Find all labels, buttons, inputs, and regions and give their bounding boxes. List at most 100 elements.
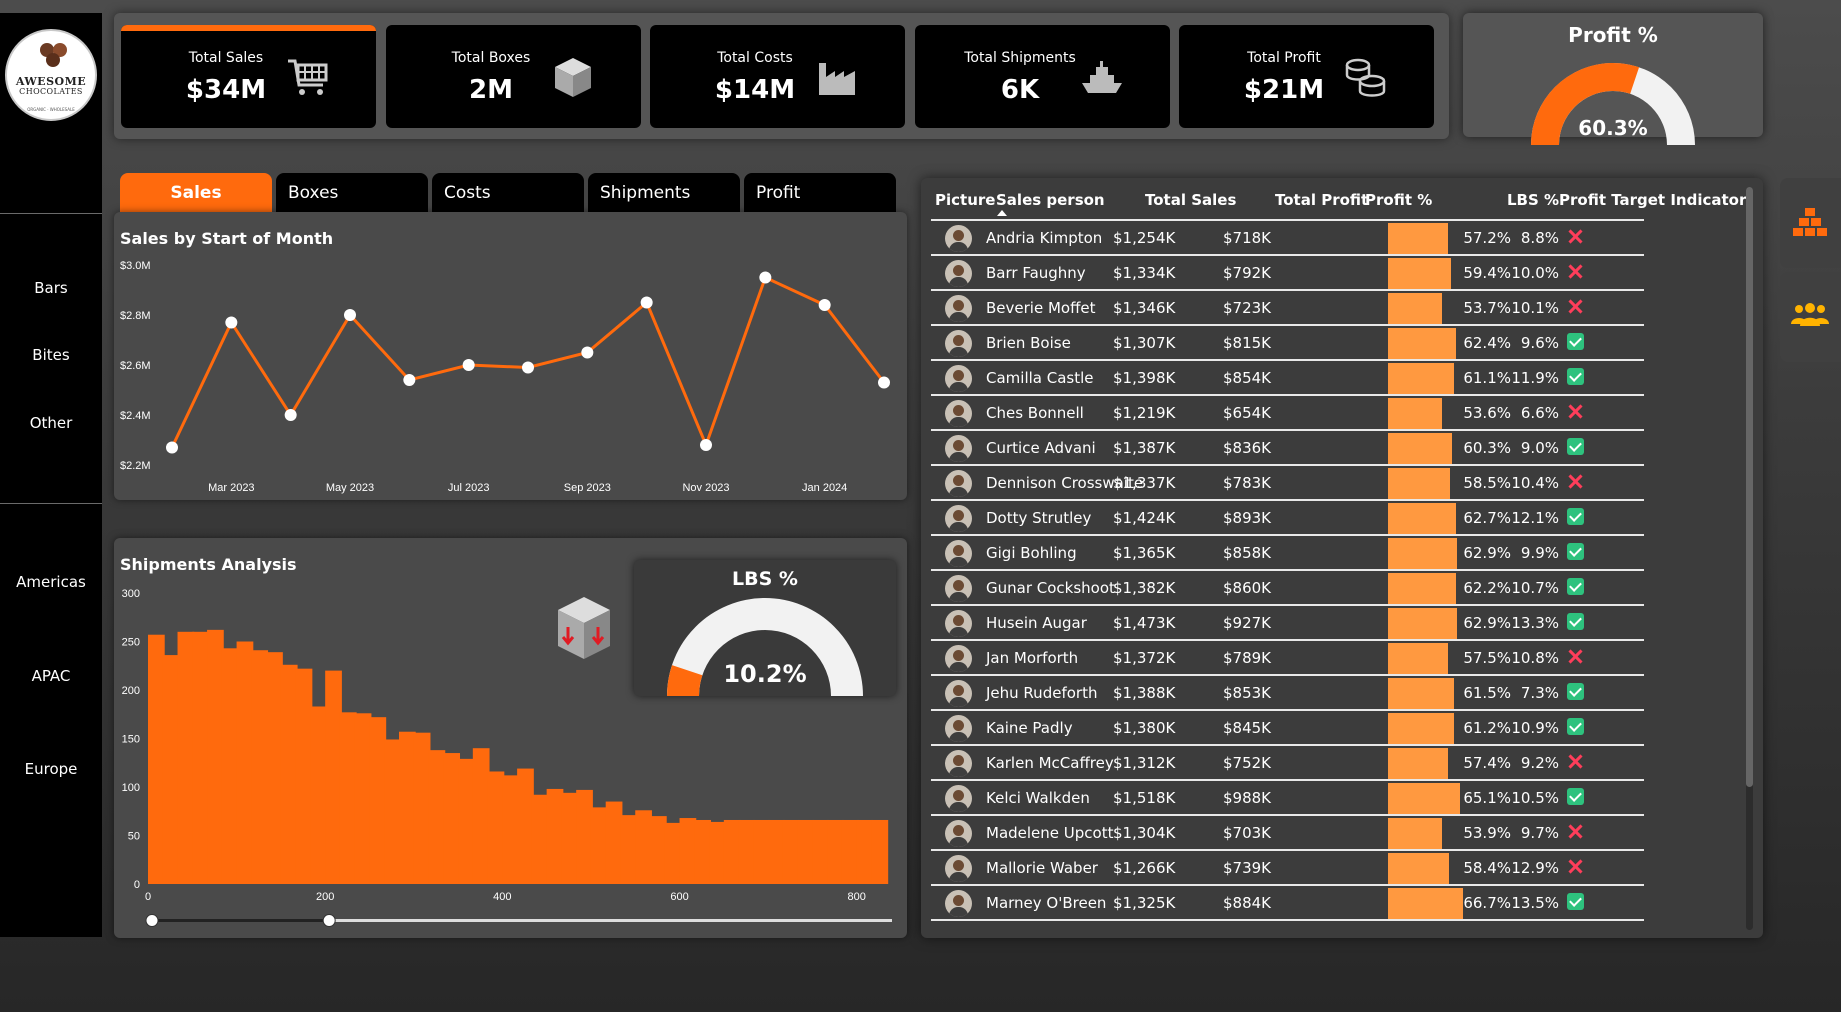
histogram-bar[interactable] xyxy=(354,713,372,884)
histogram-bar[interactable] xyxy=(694,819,712,884)
histogram-bar[interactable] xyxy=(251,650,269,884)
table-row[interactable]: Brien Boise $1,307K $815K 62.4% 9.6% xyxy=(931,326,1644,361)
sidebar-item-europe[interactable]: Europe xyxy=(0,760,102,778)
sidebar-item-other[interactable]: Other xyxy=(0,414,102,432)
tab-boxes[interactable]: Boxes xyxy=(276,173,428,213)
table-row[interactable]: Karlen McCaffrey $1,312K $752K 57.4% 9.2% xyxy=(931,746,1644,781)
column-header-profit-target-indicator[interactable]: Profit Target Indicator xyxy=(1559,191,1746,209)
histogram-bar[interactable] xyxy=(635,810,652,884)
table-scroll-thumb[interactable] xyxy=(1746,187,1753,787)
histogram-bar[interactable] xyxy=(369,717,387,884)
histogram-bar[interactable] xyxy=(266,652,283,884)
table-row[interactable]: Andria Kimpton $1,254K $718K 57.2% 8.8% xyxy=(931,221,1644,256)
histogram-bar[interactable] xyxy=(325,670,342,884)
histogram-bar[interactable] xyxy=(413,732,431,884)
histogram-bar[interactable] xyxy=(162,655,180,884)
table-row[interactable]: Camilla Castle $1,398K $854K 61.1% 11.9% xyxy=(931,361,1644,396)
data-point[interactable] xyxy=(759,271,772,284)
data-point[interactable] xyxy=(878,376,890,389)
sidebar-item-apac[interactable]: APAC xyxy=(0,667,102,685)
sidebar-item-americas[interactable]: Americas xyxy=(0,573,102,591)
histogram-bar[interactable] xyxy=(797,819,815,884)
histogram-bar[interactable] xyxy=(177,631,195,884)
histogram-bar[interactable] xyxy=(310,706,328,884)
tab-sales[interactable]: Sales xyxy=(120,173,272,213)
histogram-bar[interactable] xyxy=(620,815,638,884)
people-group-button[interactable] xyxy=(1780,272,1841,362)
table-row[interactable]: Gunar Cockshoot $1,382K $860K 62.2% 10.7% xyxy=(931,571,1644,606)
histogram-bar[interactable] xyxy=(753,819,771,884)
histogram-bar[interactable] xyxy=(679,818,697,884)
kpi-card-total-sales[interactable]: Total Sales $34M xyxy=(121,25,376,128)
histogram-bar[interactable] xyxy=(236,641,254,885)
histogram-bar[interactable] xyxy=(827,819,844,884)
histogram-bar[interactable] xyxy=(517,768,534,884)
histogram-bar[interactable] xyxy=(576,789,593,884)
table-row[interactable]: Barr Faughny $1,334K $792K 59.4% 10.0% xyxy=(931,256,1644,291)
tab-profit[interactable]: Profit xyxy=(744,173,896,213)
column-header-total-sales[interactable]: Total Sales xyxy=(1145,191,1236,209)
table-row[interactable]: Marney O'Breen $1,325K $884K 66.7% 13.5% xyxy=(931,886,1644,921)
histogram-bar[interactable] xyxy=(782,819,800,884)
histogram-bar[interactable] xyxy=(458,758,475,884)
histogram-bar[interactable] xyxy=(428,750,446,884)
data-point[interactable] xyxy=(284,409,297,421)
column-header-sales-person[interactable]: Sales person xyxy=(996,191,1105,209)
histogram-bar[interactable] xyxy=(812,819,830,884)
histogram-bar[interactable] xyxy=(280,664,298,884)
data-point[interactable] xyxy=(403,374,416,386)
sidebar-item-bites[interactable]: Bites xyxy=(0,346,102,364)
data-point[interactable] xyxy=(818,299,831,311)
data-point[interactable] xyxy=(581,346,594,359)
histogram-bar[interactable] xyxy=(502,775,520,884)
table-row[interactable]: Kaine Padly $1,380K $845K 61.2% 10.9% xyxy=(931,711,1644,746)
table-row[interactable]: Kelci Walkden $1,518K $988K 65.1% 10.5% xyxy=(931,781,1644,816)
histogram-bar[interactable] xyxy=(192,631,210,884)
tab-costs[interactable]: Costs xyxy=(432,173,584,213)
histogram-bar[interactable] xyxy=(399,731,416,884)
table-row[interactable]: Madelene Upcott $1,304K $703K 53.9% 9.7% xyxy=(931,816,1644,851)
column-header-picture[interactable]: Picture xyxy=(935,191,995,209)
kpi-card-total-shipments[interactable]: Total Shipments 6K xyxy=(915,25,1170,128)
data-point[interactable] xyxy=(225,316,238,329)
kpi-card-total-costs[interactable]: Total Costs $14M xyxy=(650,25,905,128)
table-row[interactable]: Jan Morforth $1,372K $789K 57.5% 10.8% xyxy=(931,641,1644,676)
histogram-bar[interactable] xyxy=(590,807,608,884)
histogram-bar[interactable] xyxy=(871,819,889,884)
histogram-bar[interactable] xyxy=(723,819,741,884)
table-row[interactable]: Mallorie Waber $1,266K $739K 58.4% 12.9% xyxy=(931,851,1644,886)
histogram-bar[interactable] xyxy=(207,629,224,884)
histogram-bar[interactable] xyxy=(856,819,874,884)
histogram-bar[interactable] xyxy=(650,816,667,884)
table-row[interactable]: Gigi Bohling $1,365K $858K 62.9% 9.9% xyxy=(931,536,1644,571)
data-point[interactable] xyxy=(700,439,712,451)
table-row[interactable]: Dotty Strutley $1,424K $893K 62.7% 12.1% xyxy=(931,501,1644,536)
range-slider-min-handle[interactable] xyxy=(145,914,159,927)
table-row[interactable]: Beverie Moffet $1,346K $723K 53.7% 10.1% xyxy=(931,291,1644,326)
histogram-bar[interactable] xyxy=(487,771,505,884)
table-row[interactable]: Husein Augar $1,473K $927K 62.9% 13.3% xyxy=(931,606,1644,641)
histogram-bar[interactable] xyxy=(709,821,726,884)
data-point[interactable] xyxy=(462,359,475,371)
tab-shipments[interactable]: Shipments xyxy=(588,173,740,213)
histogram-bar[interactable] xyxy=(605,801,623,884)
data-point[interactable] xyxy=(522,361,534,374)
histogram-bar[interactable] xyxy=(339,712,357,884)
histogram-bar[interactable] xyxy=(561,792,579,884)
data-point[interactable] xyxy=(166,441,178,454)
histogram-bar[interactable] xyxy=(841,819,859,884)
stacked-bars-button[interactable] xyxy=(1780,178,1841,268)
histogram-bar[interactable] xyxy=(768,819,785,884)
kpi-card-total-profit[interactable]: Total Profit $21M xyxy=(1179,25,1434,128)
kpi-card-total-boxes[interactable]: Total Boxes 2M xyxy=(386,25,641,128)
histogram-bar[interactable] xyxy=(664,822,682,884)
histogram-bar[interactable] xyxy=(546,788,564,884)
column-header-lbs-pct[interactable]: LBS % xyxy=(1507,191,1559,209)
histogram-bar[interactable] xyxy=(472,748,490,884)
histogram-bar[interactable] xyxy=(531,794,549,884)
table-row[interactable]: Jehu Rudeforth $1,388K $853K 61.5% 7.3% xyxy=(931,676,1644,711)
column-header-profit-pct[interactable]: Profit % xyxy=(1365,191,1432,209)
histogram-bar[interactable] xyxy=(738,819,756,884)
table-row[interactable]: Curtice Advani $1,387K $836K 60.3% 9.0% xyxy=(931,431,1644,466)
histogram-bar[interactable] xyxy=(384,739,401,884)
